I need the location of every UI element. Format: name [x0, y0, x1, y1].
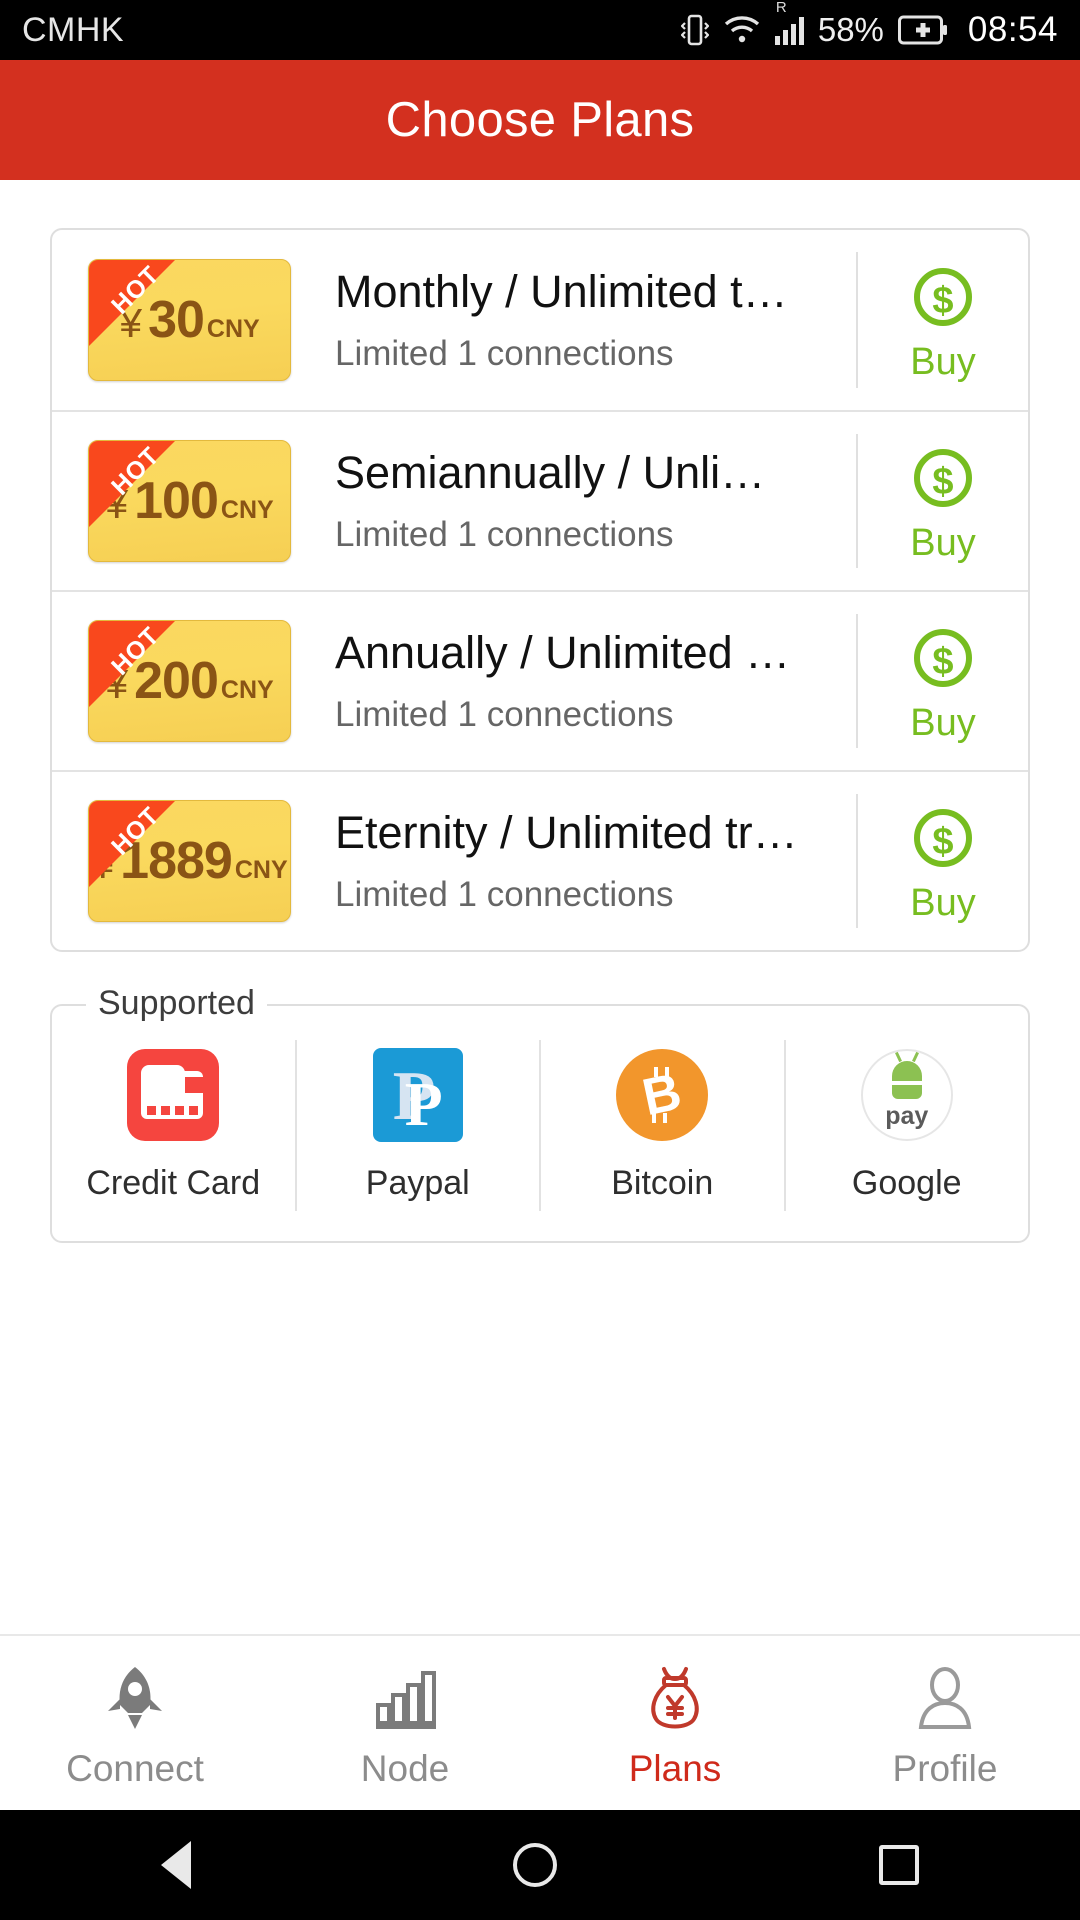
- app-header: Choose Plans: [0, 60, 1080, 180]
- buy-button[interactable]: $ Buy: [856, 614, 1028, 748]
- plan-title: Annually / Unlimited …: [335, 626, 791, 678]
- buy-button[interactable]: $ Buy: [856, 434, 1028, 568]
- main-content: HOT ¥ 30 CNY Monthly / Unlimited t… Limi…: [0, 180, 1080, 1634]
- nav-label: Plans: [628, 1747, 722, 1789]
- currency-code: CNY: [220, 496, 274, 524]
- status-bar: CMHK R 58% 08:54: [0, 0, 1080, 60]
- payment-method-label: Bitcoin: [611, 1164, 714, 1202]
- nav-item-profile[interactable]: Profile: [810, 1660, 1080, 1787]
- price-ticket: HOT ¥ 100 CNY: [88, 440, 291, 562]
- nav-item-node[interactable]: Node: [270, 1660, 540, 1787]
- credit-card-icon: [126, 1048, 220, 1142]
- dollar-circle-icon: $: [912, 259, 974, 335]
- payment-methods: Credit Card P P Paypal B Bitcoin pay Goo…: [50, 1004, 1030, 1243]
- plan-row[interactable]: HOT ¥ 1889 CNY Eternity / Unlimited tr… …: [52, 770, 1028, 950]
- vibrate-icon: [680, 11, 709, 49]
- dollar-circle-icon: $: [912, 440, 974, 516]
- person-icon: [908, 1660, 982, 1736]
- plan-subtitle: Limited 1 connections: [335, 334, 674, 374]
- status-icons: R 58% 08:54: [680, 0, 1058, 50]
- price-ticket: HOT ¥ 200 CNY: [88, 620, 291, 742]
- payment-method-label: Credit Card: [86, 1164, 261, 1202]
- buy-button[interactable]: $ Buy: [856, 794, 1028, 928]
- payment-method-bitcoin[interactable]: B Bitcoin: [539, 1040, 784, 1211]
- plan-subtitle: Limited 1 connections: [335, 695, 674, 735]
- recents-button[interactable]: [879, 1845, 919, 1885]
- svg-text:$: $: [932, 641, 953, 683]
- battery-percent-label: 58%: [817, 11, 884, 48]
- svg-text:$: $: [932, 461, 953, 503]
- payment-method-paypal[interactable]: P P Paypal: [294, 1040, 540, 1211]
- svg-text:$: $: [932, 280, 953, 322]
- nav-item-connect[interactable]: Connect: [0, 1660, 270, 1787]
- payment-method-label: Google: [851, 1164, 962, 1202]
- battery-charging-icon: [897, 15, 948, 45]
- nav-label: Profile: [892, 1747, 998, 1789]
- nav-label: Node: [360, 1747, 450, 1789]
- plan-subtitle: Limited 1 connections: [335, 515, 674, 555]
- buy-label: Buy: [910, 341, 976, 383]
- buy-button[interactable]: $ Buy: [856, 252, 1028, 388]
- price-ticket: HOT ¥ 1889 CNY: [88, 800, 291, 922]
- bar-chart-icon: [368, 1660, 442, 1736]
- bitcoin-icon: B: [615, 1048, 709, 1142]
- clock-label: 08:54: [967, 10, 1058, 49]
- plan-row[interactable]: HOT ¥ 100 CNY Semiannually / Unli… Limit…: [52, 410, 1028, 590]
- plan-title: Eternity / Unlimited tr…: [335, 806, 798, 858]
- plans-list: HOT ¥ 30 CNY Monthly / Unlimited t… Limi…: [50, 228, 1030, 952]
- money-bag-icon: [638, 1660, 712, 1736]
- currency-code: CNY: [206, 315, 260, 343]
- payment-method-label: Paypal: [365, 1164, 470, 1202]
- home-button[interactable]: [513, 1843, 557, 1887]
- plan-title: Semiannually / Unli…: [335, 446, 766, 498]
- plan-info: Monthly / Unlimited t… Limited 1 connect…: [291, 266, 856, 374]
- nav-label: Connect: [66, 1747, 204, 1789]
- plan-subtitle: Limited 1 connections: [335, 875, 674, 915]
- plan-info: Semiannually / Unli… Limited 1 connectio…: [291, 447, 856, 555]
- plan-row[interactable]: HOT ¥ 30 CNY Monthly / Unlimited t… Limi…: [52, 230, 1028, 410]
- plan-info: Eternity / Unlimited tr… Limited 1 conne…: [291, 807, 856, 915]
- phone-screen: CMHK R 58% 08:54 Choose Plans HOT ¥ 30 C…: [0, 0, 1080, 1920]
- signal-bars: [774, 15, 804, 45]
- supported-legend: Supported: [86, 984, 267, 1023]
- price-ticket: HOT ¥ 30 CNY: [88, 259, 291, 381]
- dollar-circle-icon: $: [912, 620, 974, 696]
- buy-label: Buy: [910, 522, 976, 564]
- currency-code: CNY: [234, 856, 288, 884]
- payment-method-google[interactable]: pay Google: [783, 1040, 1029, 1211]
- android-navigation-bar: [0, 1810, 1080, 1920]
- buy-label: Buy: [910, 702, 976, 744]
- carrier-label: CMHK: [22, 10, 125, 49]
- nav-item-plans[interactable]: Plans: [540, 1660, 810, 1787]
- back-button[interactable]: [161, 1841, 191, 1889]
- buy-label: Buy: [910, 882, 976, 924]
- plan-info: Annually / Unlimited … Limited 1 connect…: [291, 627, 856, 735]
- bottom-navigation: Connect Node Plans Profile: [0, 1634, 1080, 1810]
- google-pay-icon: pay: [860, 1048, 954, 1142]
- plan-row[interactable]: HOT ¥ 200 CNY Annually / Unlimited … Lim…: [52, 590, 1028, 770]
- wifi-icon: [723, 15, 761, 45]
- page-title: Choose Plans: [385, 93, 695, 147]
- roaming-indicator: R: [775, 0, 787, 16]
- signal-icon: R: [774, 0, 804, 45]
- payment-method-credit-card[interactable]: Credit Card: [52, 1040, 295, 1211]
- paypal-icon: P P: [371, 1048, 465, 1142]
- rocket-icon: [98, 1660, 172, 1736]
- currency-code: CNY: [220, 676, 274, 704]
- svg-text:$: $: [932, 821, 953, 863]
- supported-section: Supported Credit Card P P Paypal B Bitco…: [50, 984, 1030, 1243]
- svg-text:B: B: [638, 1064, 687, 1126]
- dollar-circle-icon: $: [912, 800, 974, 876]
- plan-title: Monthly / Unlimited t…: [335, 265, 788, 317]
